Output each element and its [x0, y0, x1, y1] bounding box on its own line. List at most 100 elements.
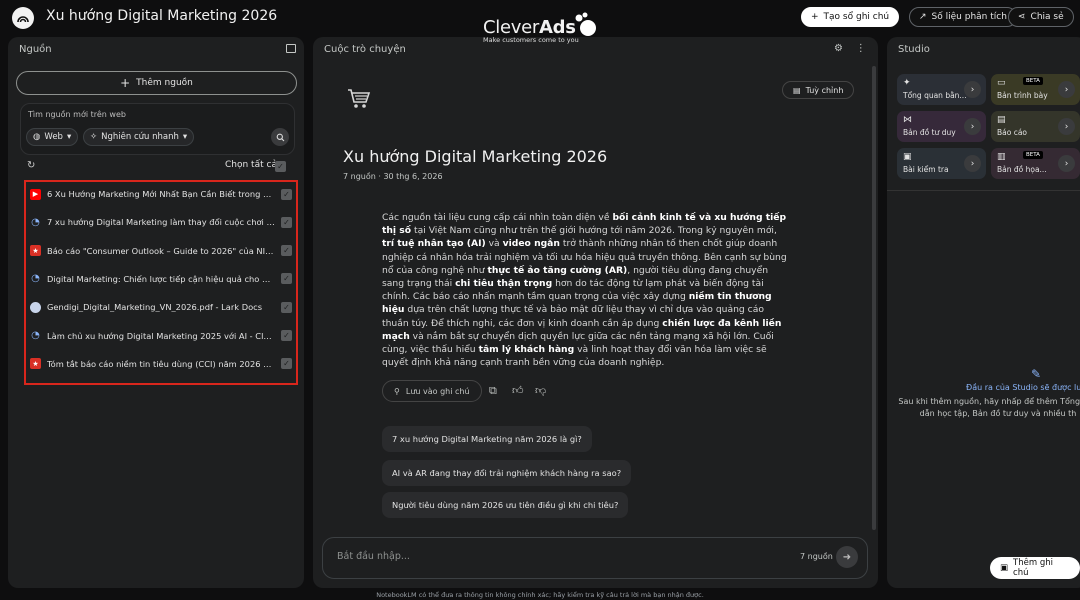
red-star-icon: ★	[30, 245, 41, 257]
source-checkbox[interactable]: ✓	[281, 330, 292, 341]
studio-tile-audio-overview[interactable]: ✦ Tổng quan bằn... ›	[897, 74, 986, 105]
globe-icon: ◍	[33, 132, 41, 142]
beta-badge: BETA	[1023, 77, 1043, 85]
cleverads-name: CleverAds	[483, 17, 579, 38]
send-button[interactable]: ➜	[836, 546, 858, 568]
add-source-label: Thêm nguồn	[136, 78, 193, 88]
pin-icon: ⚲	[394, 386, 400, 396]
analytics-button[interactable]: ↗ Số liệu phân tích	[909, 7, 1017, 27]
customize-icon: ▤	[793, 85, 801, 95]
tune-icon[interactable]: ⚙	[834, 43, 843, 54]
notebook-summary: Các nguồn tài liệu cung cấp cái nhìn toà…	[382, 211, 790, 369]
chat-title: Cuộc trò chuyện	[324, 44, 406, 55]
research-mode-dropdown[interactable]: ✧ Nghiên cứu nhanh ▾	[83, 128, 195, 146]
summary-highlight: tâm lý khách hàng	[478, 344, 575, 356]
chat-toolbar: ⚙ ⋮	[834, 43, 866, 54]
collapse-panel-icon[interactable]	[286, 44, 296, 53]
create-notebook-label: Tạo sổ ghi chú	[823, 12, 890, 22]
save-to-note-label: Lưu vào ghi chú	[405, 386, 470, 396]
summary-text: Các nguồn tài liệu cung cấp cái nhìn toà…	[382, 212, 613, 223]
studio-empty-line-1: Sau khi thêm nguồn, hãy nhấp để thêm Tổn…	[898, 397, 1080, 406]
notebook-heading: Xu hướng Digital Marketing 2026	[343, 147, 608, 166]
select-all-label: Chọn tất cả	[225, 160, 277, 170]
summary-highlight: trí tuệ nhân tạo (AI)	[382, 238, 486, 250]
divider	[887, 190, 1080, 191]
source-item[interactable]: ◔ Làm chủ xu hướng Digital Marketing 2025…	[30, 326, 292, 346]
add-source-button[interactable]: + Thêm nguồn	[16, 71, 297, 95]
studio-tile-report[interactable]: ▤ Báo cáo ›	[991, 111, 1080, 142]
chevron-right-icon[interactable]: ›	[1058, 155, 1075, 172]
youtube-icon: ▶	[30, 188, 41, 200]
create-notebook-button[interactable]: + Tạo sổ ghi chú	[801, 7, 900, 27]
studio-tile-slides[interactable]: ▭ Bản trình bày › BETA	[991, 74, 1080, 105]
studio-empty-description: Sau khi thêm nguồn, hãy nhấp để thêm Tổn…	[898, 396, 1080, 420]
more-vert-icon[interactable]: ⋮	[856, 43, 866, 54]
source-checkbox[interactable]: ✓	[281, 188, 292, 200]
add-note-button[interactable]: ▣ Thêm ghi chú	[990, 557, 1080, 579]
thumbs-down-icon[interactable]: 👎︎	[535, 384, 546, 397]
studio-tile-infographic[interactable]: ▥ Bản đồ họa... › BETA	[991, 148, 1080, 179]
globe-icon	[30, 301, 41, 313]
source-title: Digital Marketing: Chiến lược tiếp cận h…	[47, 273, 275, 284]
web-filter-label: Web	[44, 132, 63, 142]
chat-input[interactable]: Bắt đầu nhập...	[337, 551, 410, 562]
studio-title: Studio	[898, 44, 930, 55]
studio-tile-mindmap[interactable]: ⋈ Bản đồ tư duy ›	[897, 111, 986, 142]
plus-icon: +	[811, 12, 819, 22]
source-title: Làm chủ xu hướng Digital Marketing 2025 …	[47, 330, 275, 341]
source-item[interactable]: Gendigi_Digital_Marketing_VN_2026.pdf - …	[30, 297, 292, 317]
cleverads-tagline: Make customers come to you	[483, 36, 579, 44]
source-checkbox[interactable]: ✓	[281, 245, 292, 257]
source-item[interactable]: ★ Báo cáo "Consumer Outlook – Guide to 20…	[30, 241, 292, 261]
source-item[interactable]: ◔ Digital Marketing: Chiến lược tiếp cận …	[30, 269, 292, 289]
chevron-right-icon[interactable]: ›	[964, 81, 981, 98]
research-mode-label: Nghiên cứu nhanh	[101, 132, 179, 142]
search-submit-button[interactable]	[271, 128, 289, 146]
share-button[interactable]: ⋖ Chia sẻ	[1008, 7, 1074, 27]
share-label: Chia sẻ	[1030, 12, 1064, 22]
source-checkbox[interactable]: ✓	[281, 358, 292, 370]
customize-button[interactable]: ▤ Tuỳ chỉnh	[782, 81, 855, 99]
notebooklm-logo-icon[interactable]	[12, 7, 34, 29]
save-to-note-button[interactable]: ⚲ Lưu vào ghi chú	[382, 380, 482, 402]
chevron-right-icon[interactable]: ›	[1058, 81, 1075, 98]
source-title: 7 xu hướng Digital Marketing làm thay đổ…	[47, 217, 275, 228]
suggested-question[interactable]: Người tiêu dùng năm 2026 ưu tiên điều gì…	[382, 492, 629, 518]
summary-text: và	[485, 238, 503, 250]
select-all-checkbox[interactable]: ✓	[275, 161, 286, 172]
source-title: Gendigi_Digital_Marketing_VN_2026.pdf - …	[47, 302, 263, 313]
source-checkbox[interactable]: ✓	[281, 273, 292, 285]
copy-icon[interactable]: ⧉	[489, 384, 497, 398]
suggested-question[interactable]: 7 xu hướng Digital Marketing năm 2026 là…	[382, 426, 592, 452]
chat-scrollbar[interactable]	[872, 66, 876, 530]
brand-name-light: Clever	[483, 17, 539, 38]
plus-icon: +	[120, 76, 131, 90]
studio-empty-line-2: dẫn học tập, Bản đồ tư duy và nhiều th	[919, 409, 1077, 418]
web-search-input[interactable]: Tìm nguồn mới trên web	[28, 110, 126, 119]
source-item[interactable]: ★ Tóm tắt báo cáo niềm tin tiêu dùng (CCI…	[30, 354, 292, 374]
website-icon: ◔	[31, 216, 40, 228]
web-filter-dropdown[interactable]: ◍ Web ▾	[26, 128, 79, 146]
studio-tile-quiz[interactable]: ▣ Bài kiểm tra ›	[897, 148, 986, 179]
source-title: Báo cáo "Consumer Outlook – Guide to 202…	[47, 245, 275, 256]
source-title: 6 Xu Hướng Marketing Mới Nhất Bạn Cần Bi…	[47, 189, 275, 199]
suggested-question[interactable]: AI và AR đang thay đổi trải nghiệm khách…	[382, 460, 632, 486]
chevron-right-icon[interactable]: ›	[964, 118, 981, 135]
cleverads-watermark: CleverAds Make customers come to you	[483, 12, 596, 44]
chevron-right-icon[interactable]: ›	[1058, 118, 1075, 135]
refresh-icon[interactable]: ↻	[27, 160, 35, 171]
studio-empty-title: Đầu ra của Studio sẽ được lưu	[966, 383, 1080, 392]
chevron-down-icon: ▾	[182, 132, 188, 142]
notebook-meta: 7 nguồn · 30 thg 6, 2026	[343, 172, 443, 181]
source-item[interactable]: ▶ 6 Xu Hướng Marketing Mới Nhất Bạn Cần B…	[30, 184, 292, 204]
note-icon: ▣	[1000, 563, 1009, 573]
source-checkbox[interactable]: ✓	[281, 301, 292, 313]
source-count: 7 nguồn	[800, 552, 833, 561]
chevron-right-icon[interactable]: ›	[964, 155, 981, 172]
source-checkbox[interactable]: ✓	[281, 216, 292, 228]
source-item[interactable]: ◔ 7 xu hướng Digital Marketing làm thay đ…	[30, 212, 292, 232]
thumbs-up-icon[interactable]: 👍︎	[512, 384, 524, 397]
arrow-right-icon: ➜	[842, 551, 852, 563]
cleverads-logo-icon	[575, 12, 596, 36]
notebook-title[interactable]: Xu hướng Digital Marketing 2026	[46, 8, 277, 24]
